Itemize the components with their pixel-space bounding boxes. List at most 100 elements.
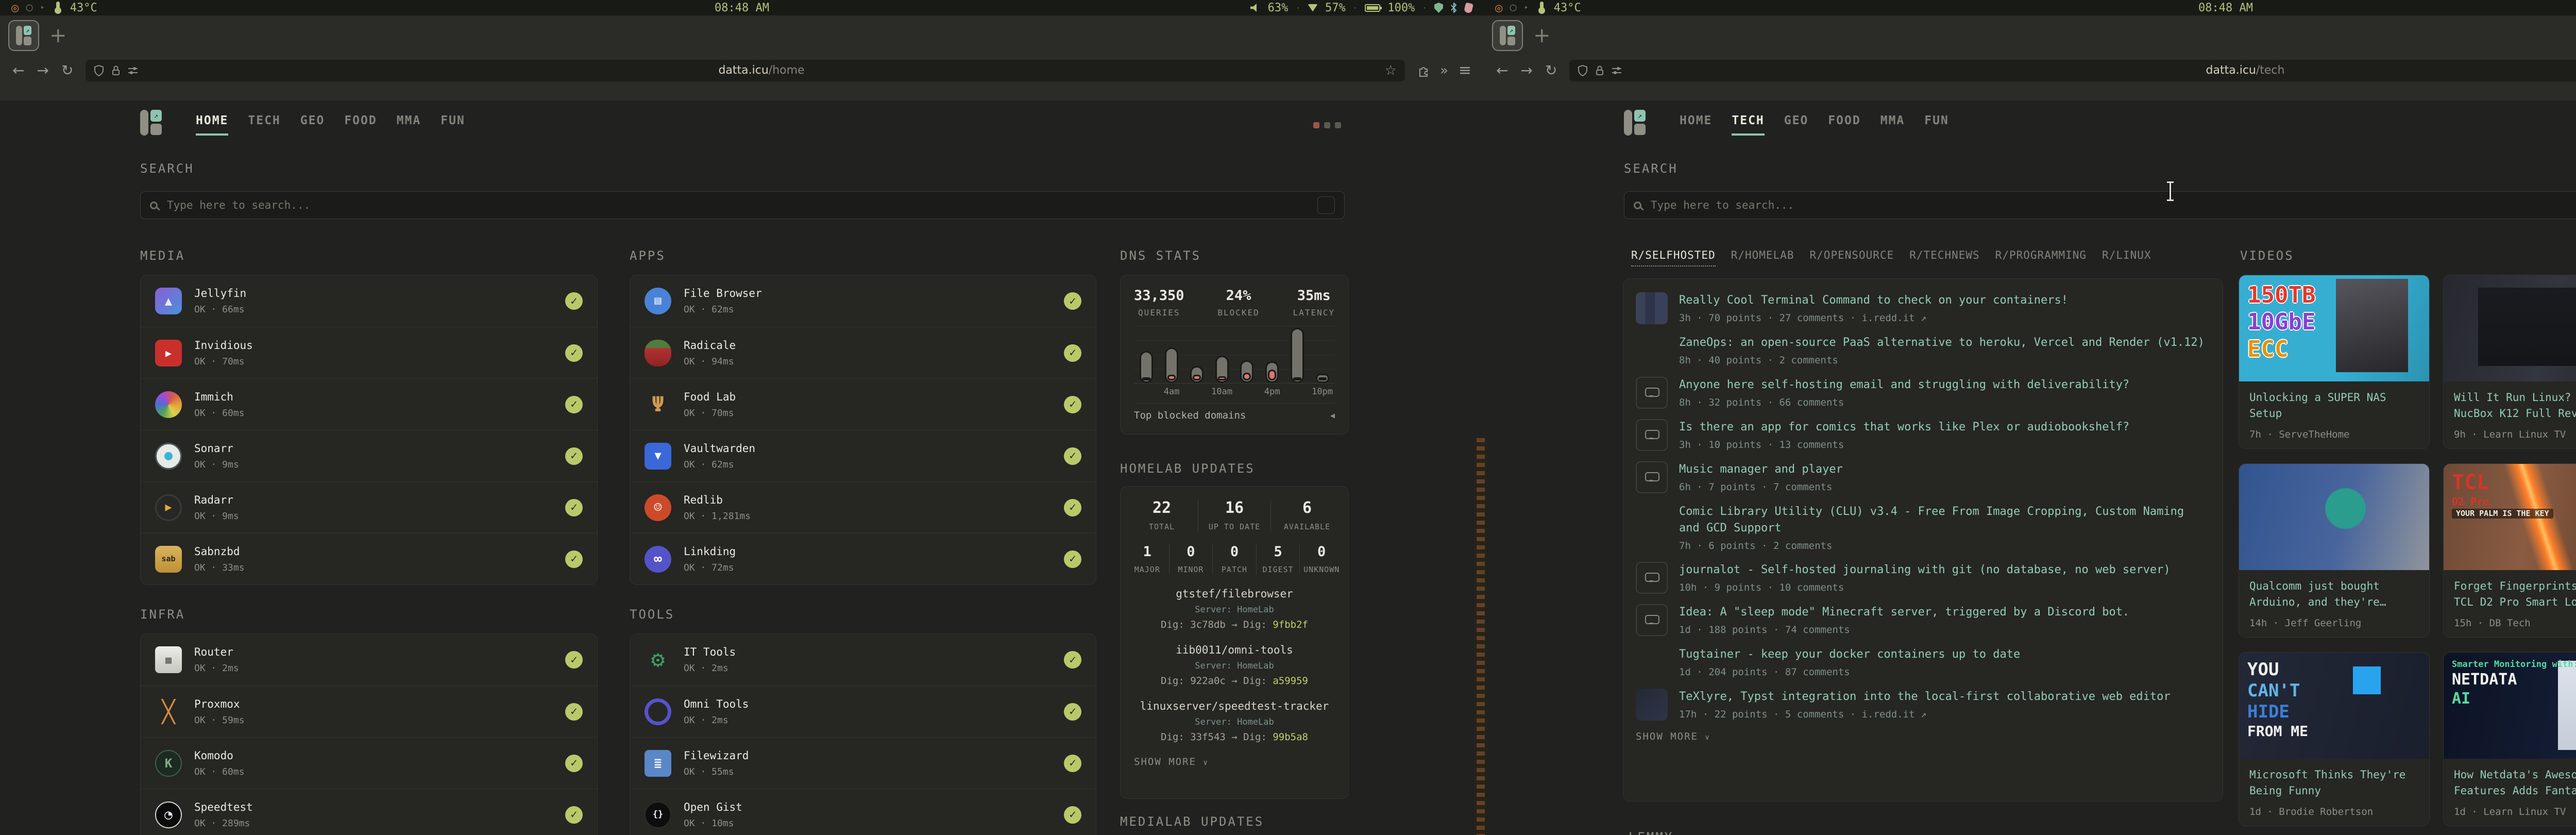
reddit-post[interactable]: Is there an app for comics that works li…	[1636, 419, 2210, 451]
menu-icon[interactable]: ≡	[1459, 61, 1471, 79]
video-thumbnail[interactable]: Smarter Monitoring with:NETDATAAI	[2444, 653, 2576, 759]
post-title[interactable]: Really Cool Terminal Command to check on…	[1679, 292, 2068, 309]
service-row[interactable]: K Komodo OK · 60ms ✓	[141, 737, 597, 789]
forward-button[interactable]: →	[1520, 63, 1532, 78]
collapse-icon[interactable]: ◀	[1330, 411, 1335, 420]
browser-tab[interactable]: ↗	[8, 20, 39, 51]
permissions-sliders-icon[interactable]	[128, 66, 138, 75]
reddit-post[interactable]: journalot - Self-hosted journaling with …	[1636, 562, 2210, 594]
reddit-post[interactable]: Really Cool Terminal Command to check on…	[1636, 292, 2210, 324]
subreddit-tab[interactable]: R/LINUX	[2102, 249, 2151, 266]
service-row[interactable]: {} Open Gist OK · 10ms ✓	[630, 789, 1096, 835]
video-title[interactable]: Unlocking a SUPER NAS Setup	[2249, 390, 2419, 422]
reddit-post[interactable]: TeXlyre, Typst integration into the loca…	[1636, 689, 2210, 721]
nav-tab[interactable]: TECH	[248, 114, 280, 136]
post-title[interactable]: Tugtainer - keep your docker containers …	[1679, 646, 2020, 663]
service-row[interactable]: ▲ Jellyfin OK · 66ms ✓	[141, 275, 597, 327]
service-row[interactable]: ▦ Router OK · 2ms ✓	[141, 634, 597, 686]
service-row[interactable]: ▤ File Browser OK · 62ms ✓	[630, 275, 1096, 327]
chart-bar-slot[interactable]	[1159, 326, 1184, 383]
post-title[interactable]: Comic Library Utility (CLU) v3.4 - Free …	[1679, 504, 2210, 537]
subreddit-tab[interactable]: R/HOMELAB	[1731, 249, 1794, 266]
post-title[interactable]: Is there an app for comics that works li…	[1679, 419, 2129, 436]
url-bar[interactable]: datta.icu/home ☆	[86, 60, 1405, 81]
nav-tab[interactable]: FOOD	[344, 114, 377, 136]
service-row[interactable]: ⚙ IT Tools OK · 2ms ✓	[630, 634, 1096, 686]
forward-button[interactable]: →	[37, 63, 48, 78]
video-card[interactable]: YOUCAN'THIDEFROM ME Microsoft Thinks The…	[2239, 652, 2430, 826]
post-title[interactable]: Music manager and player	[1679, 461, 1843, 478]
service-row[interactable]: ∞ Linkding OK · 72ms ✓	[630, 533, 1096, 584]
url-bar[interactable]: datta.icu/tech ☆	[1569, 60, 2576, 81]
video-card[interactable]: Qualcomm just bought Arduino, and they'r…	[2239, 463, 2430, 638]
service-row[interactable]: Omni Tools OK · 2ms ✓	[630, 686, 1096, 737]
search-input[interactable]	[1650, 198, 2576, 212]
new-tab-button[interactable]: +	[1533, 25, 1551, 46]
nav-tab[interactable]: MMA	[1880, 114, 1905, 136]
tracking-shield-icon[interactable]	[94, 65, 104, 76]
back-button[interactable]: ←	[1496, 63, 1508, 78]
video-card[interactable]: Smarter Monitoring with:NETDATAAI How Ne…	[2443, 652, 2576, 826]
overflow-chevrons-icon[interactable]: »	[1440, 63, 1448, 78]
nav-tab[interactable]: TECH	[1732, 114, 1764, 136]
nav-tab[interactable]: FOOD	[1828, 114, 1860, 136]
video-title[interactable]: Forget Fingerprints - The TCL D2 Pro Sma…	[2454, 578, 2576, 610]
url-text[interactable]: datta.icu/home	[145, 64, 1377, 77]
target-icon[interactable]: ◎	[1495, 2, 1502, 14]
video-title[interactable]: How Netdata's Awesome AI Features Adds F…	[2454, 767, 2576, 799]
reload-button[interactable]: ↻	[1545, 63, 1557, 78]
video-card[interactable]: 150TB10GbEECC Unlocking a SUPER NAS Setu…	[2239, 275, 2430, 449]
nav-tab[interactable]: GEO	[1784, 114, 1809, 136]
video-title[interactable]: Microsoft Thinks They're Being Funny	[2249, 767, 2419, 799]
video-title[interactable]: Qualcomm just bought Arduino, and they'r…	[2249, 578, 2419, 610]
subreddit-tab[interactable]: R/SELFHOSTED	[1631, 249, 1716, 266]
nav-tab[interactable]: GEO	[300, 114, 325, 136]
video-card[interactable]: TCLD2 ProYOUR PALM IS THE KEY Forget Fin…	[2443, 463, 2576, 638]
reddit-post[interactable]: Tugtainer - keep your docker containers …	[1636, 646, 2210, 678]
nav-tab[interactable]: HOME	[1680, 114, 1712, 136]
post-title[interactable]: ZaneOps: an open-source PaaS alternative…	[1679, 335, 2205, 351]
service-row[interactable]: Sonarr OK · 9ms ✓	[141, 430, 597, 481]
browser-tab[interactable]: ↗	[1492, 20, 1523, 51]
service-row[interactable]: ▼ Vaultwarden OK · 62ms ✓	[630, 430, 1096, 481]
update-entry[interactable]: linuxserver/speedtest-tracker Server: Ho…	[1121, 700, 1348, 743]
video-thumbnail[interactable]	[2239, 464, 2429, 570]
service-row[interactable]: ▶ Radarr OK · 9ms ✓	[141, 481, 597, 533]
back-button[interactable]: ←	[12, 63, 24, 78]
reddit-post[interactable]: Music manager and player 6h · 7 points ·…	[1636, 461, 2210, 493]
post-title[interactable]: TeXlyre, Typst integration into the loca…	[1679, 689, 2171, 705]
bookmark-star-icon[interactable]: ☆	[1385, 63, 1397, 78]
reddit-post[interactable]: Anyone here self-hosting email and strug…	[1636, 377, 2210, 409]
circle-icon[interactable]: ○	[26, 2, 32, 13]
reddit-post[interactable]: ZaneOps: an open-source PaaS alternative…	[1636, 335, 2210, 366]
url-text[interactable]: datta.icu/tech	[1629, 64, 2576, 77]
target-icon[interactable]: ◎	[11, 2, 19, 14]
service-row[interactable]: sab Sabnzbd OK · 33ms ✓	[141, 533, 597, 584]
video-title[interactable]: Will It Run Linux? GMKTec NucBox K12 Ful…	[2454, 390, 2576, 422]
search-input[interactable]	[166, 198, 1309, 212]
reload-button[interactable]: ↻	[61, 63, 73, 78]
subreddit-tab[interactable]: R/PROGRAMMING	[1995, 249, 2087, 266]
reddit-post[interactable]: Comic Library Utility (CLU) v3.4 - Free …	[1636, 504, 2210, 552]
reddit-post[interactable]: Idea: A "sleep mode" Minecraft server, t…	[1636, 604, 2210, 636]
chart-bar-slot[interactable]	[1234, 326, 1260, 383]
chart-bar-slot[interactable]	[1285, 326, 1310, 383]
service-row[interactable]: ╳ Proxmox OK · 59ms ✓	[141, 686, 597, 737]
video-thumbnail[interactable]: 150TB10GbEECC	[2239, 275, 2429, 381]
chart-bar-slot[interactable]	[1209, 326, 1234, 383]
chart-bar-slot[interactable]	[1184, 326, 1210, 383]
subreddit-tab[interactable]: R/OPENSOURCE	[1810, 249, 1894, 266]
post-title[interactable]: Idea: A "sleep mode" Minecraft server, t…	[1679, 604, 2129, 621]
video-card[interactable]: Will It Run Linux? GMKTec NucBox K12 Ful…	[2443, 275, 2576, 449]
video-thumbnail[interactable]: TCLD2 ProYOUR PALM IS THE KEY	[2444, 464, 2576, 570]
video-thumbnail[interactable]	[2444, 275, 2576, 381]
chart-bar-slot[interactable]	[1260, 326, 1285, 383]
circle-icon[interactable]: ○	[1510, 2, 1516, 13]
update-entry[interactable]: gtstef/filebrowser Server: HomeLab Dig: …	[1121, 588, 1348, 630]
show-more-button[interactable]: SHOW MORE ∨	[1636, 731, 2210, 742]
nav-tab[interactable]: FUN	[440, 114, 465, 136]
nav-tab[interactable]: FUN	[1924, 114, 1949, 136]
service-row[interactable]: ▶ Invidious OK · 70ms ✓	[141, 327, 597, 378]
service-row[interactable]: ☺ Redlib OK · 1,281ms ✓	[630, 481, 1096, 533]
site-logo[interactable]: ↗	[140, 110, 162, 136]
